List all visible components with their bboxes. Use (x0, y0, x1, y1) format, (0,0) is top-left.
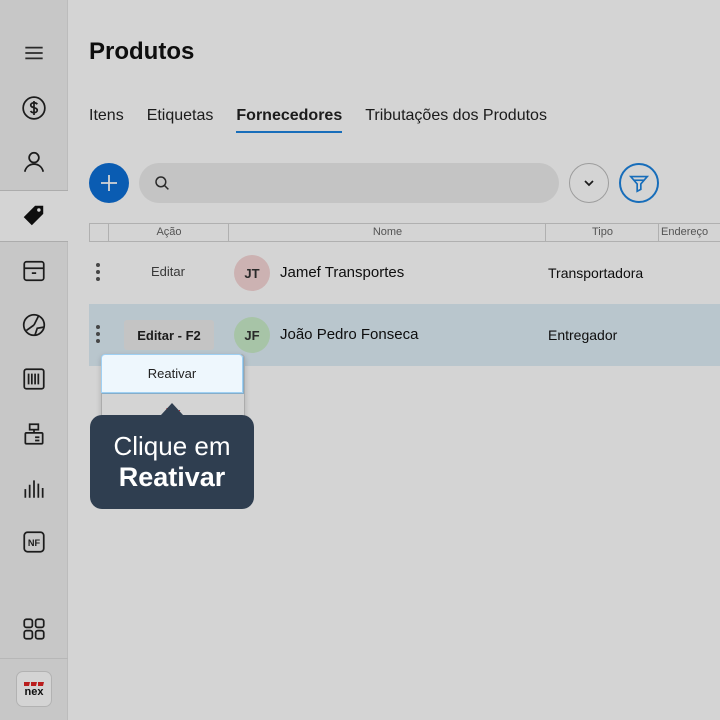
search-input[interactable] (179, 174, 559, 192)
header-acao: Ação (108, 224, 229, 241)
edit-button[interactable]: Editar (151, 264, 185, 279)
table-header: Ação Nome Tipo Endereço (89, 223, 720, 242)
row-tipo: Entregador (548, 327, 618, 343)
tab-etiquetas[interactable]: Etiquetas (147, 107, 214, 133)
logo-text: nex (24, 685, 44, 698)
nf-icon[interactable]: NF (0, 516, 68, 568)
tab-tributacoes[interactable]: Tributações dos Produtos (365, 107, 547, 133)
plus-icon (101, 175, 117, 191)
chevron-down-icon (584, 180, 594, 187)
filter-icon (628, 175, 650, 193)
avatar: JF (234, 317, 270, 353)
bar-chart-icon[interactable] (0, 462, 68, 514)
tab-itens[interactable]: Itens (89, 107, 124, 133)
apps-icon[interactable] (0, 603, 68, 655)
barcode-icon[interactable] (0, 353, 68, 405)
sidebar-divider (0, 658, 68, 659)
row-name: João Pedro Fonseca (280, 326, 419, 343)
nex-logo[interactable]: nex (16, 671, 52, 707)
row-menu-icon[interactable] (96, 325, 100, 343)
row-menu-icon[interactable] (96, 263, 100, 281)
row-name: Jamef Transportes (280, 264, 405, 281)
highlighted-reativar[interactable]: Reativar (101, 354, 243, 393)
header-spacer (89, 224, 109, 241)
table-row[interactable]: Editar JT Jamef Transportes Transportado… (89, 242, 720, 304)
menu-icon[interactable] (0, 27, 68, 79)
tutorial-tooltip: Clique em Reativar (90, 403, 254, 509)
svg-text:NF: NF (28, 538, 41, 548)
search-icon (155, 176, 169, 190)
row-tipo: Transportadora (548, 265, 644, 281)
user-icon[interactable] (0, 136, 68, 188)
tooltip-line1: Clique em (113, 431, 231, 461)
tag-icon[interactable] (0, 190, 68, 242)
search-bar[interactable] (139, 163, 559, 203)
page-title: Produtos (89, 38, 195, 65)
dollar-icon[interactable] (0, 82, 68, 134)
pie-chart-icon[interactable] (0, 299, 68, 351)
edit-button[interactable]: Editar - F2 (124, 320, 214, 350)
register-icon[interactable] (0, 408, 68, 460)
box-icon[interactable] (0, 245, 68, 297)
tab-fornecedores[interactable]: Fornecedores (236, 107, 343, 133)
header-endereco[interactable]: Endereço (658, 224, 720, 241)
avatar: JT (234, 255, 270, 291)
sidebar: NF nex (0, 0, 68, 720)
header-nome[interactable]: Nome (228, 224, 546, 241)
tooltip-line2: Reativar (118, 462, 226, 492)
expand-button[interactable] (569, 163, 609, 203)
header-tipo[interactable]: Tipo (545, 224, 659, 241)
filter-button[interactable] (619, 163, 659, 203)
tabs: Itens Etiquetas Fornecedores Tributações… (89, 107, 570, 133)
add-button[interactable] (89, 163, 129, 203)
